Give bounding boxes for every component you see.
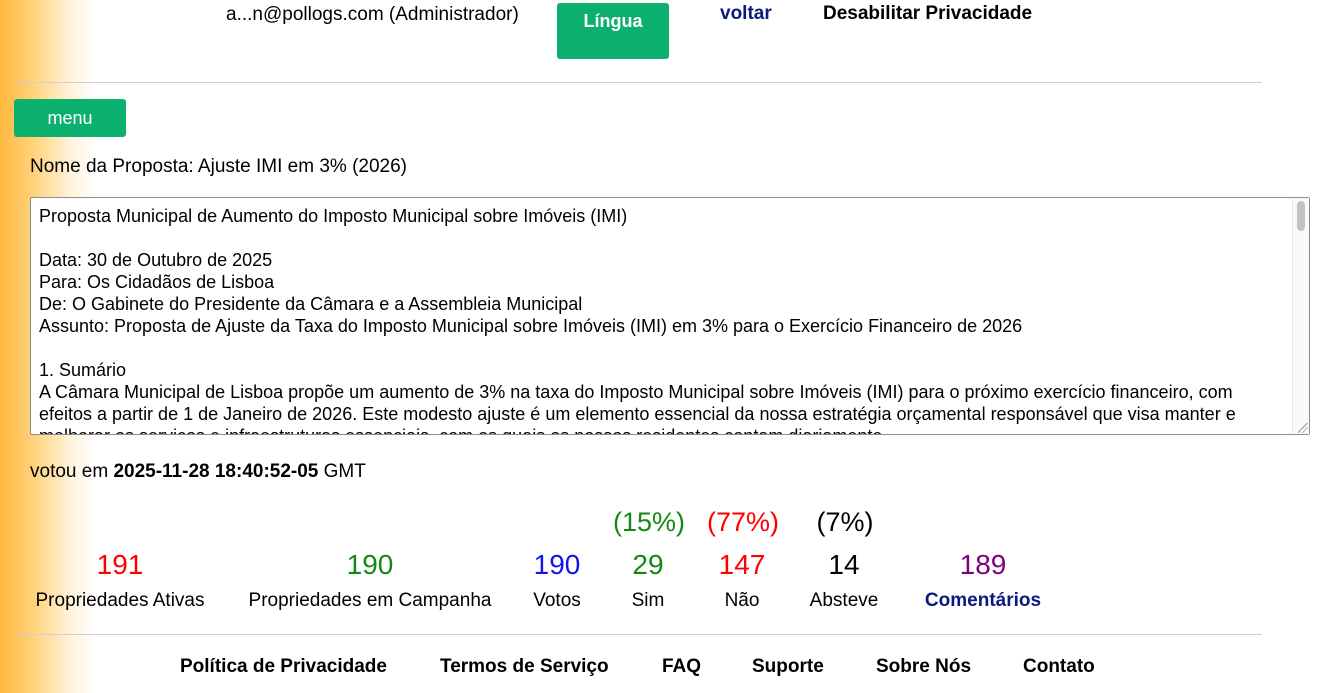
disable-privacy-link[interactable]: Desabilitar Privacidade [823, 3, 1032, 25]
scrollbar-thumb[interactable] [1297, 201, 1305, 231]
no-count: 147 [718, 549, 766, 580]
proposal-name: Nome da Proposta: Ajuste IMI em 3% (2026… [30, 156, 408, 177]
vote-timezone: GMT [323, 461, 366, 482]
abstain-percentage: (7%) [816, 507, 874, 537]
vertical-scrollbar[interactable] [1292, 198, 1309, 434]
abstain-label: Absteve [809, 590, 879, 611]
footer-contact-link[interactable]: Contato [1023, 656, 1095, 678]
yes-count: 29 [632, 549, 664, 580]
vote-prefix: votou em [30, 461, 109, 482]
votes-count: 190 [533, 549, 581, 580]
user-account-label: a...n@pollogs.com (Administrador) [226, 4, 519, 25]
footer-privacy-link[interactable]: Política de Privacidade [180, 656, 387, 678]
footer-support-link[interactable]: Suporte [752, 656, 824, 678]
yes-percentage: (15%) [612, 507, 686, 537]
footer-faq-link[interactable]: FAQ [662, 656, 701, 678]
proposal-text-box[interactable]: Proposta Municipal de Aumento do Imposto… [30, 197, 1310, 435]
language-button[interactable]: Língua [557, 3, 669, 59]
header-divider [14, 82, 1262, 83]
vote-timestamp-line: votou em 2025-11-28 18:40:52-05 GMT [30, 461, 366, 483]
menu-button[interactable]: menu [14, 99, 126, 137]
no-label: Não [724, 590, 760, 611]
vote-timestamp: 2025-11-28 18:40:52-05 [113, 461, 319, 482]
footer-about-link[interactable]: Sobre Nós [876, 656, 971, 678]
abstain-count: 14 [828, 549, 860, 580]
active-properties-label: Propriedades Ativas [35, 590, 205, 611]
back-link[interactable]: voltar [720, 3, 772, 25]
votes-label: Votos [533, 590, 581, 611]
yes-label: Sim [631, 590, 665, 611]
proposal-body-text[interactable]: Proposta Municipal de Aumento do Imposto… [31, 198, 1293, 434]
active-properties-count: 191 [96, 549, 144, 580]
no-percentage: (77%) [706, 507, 780, 537]
footer-divider [14, 634, 1262, 635]
campaign-properties-label: Propriedades em Campanha [248, 590, 492, 611]
resize-handle-icon[interactable] [1298, 423, 1308, 433]
campaign-properties-count: 190 [346, 549, 394, 580]
comments-link[interactable]: Comentários [913, 590, 1053, 612]
comments-count: 189 [959, 549, 1007, 580]
footer-terms-link[interactable]: Termos de Serviço [440, 656, 609, 678]
